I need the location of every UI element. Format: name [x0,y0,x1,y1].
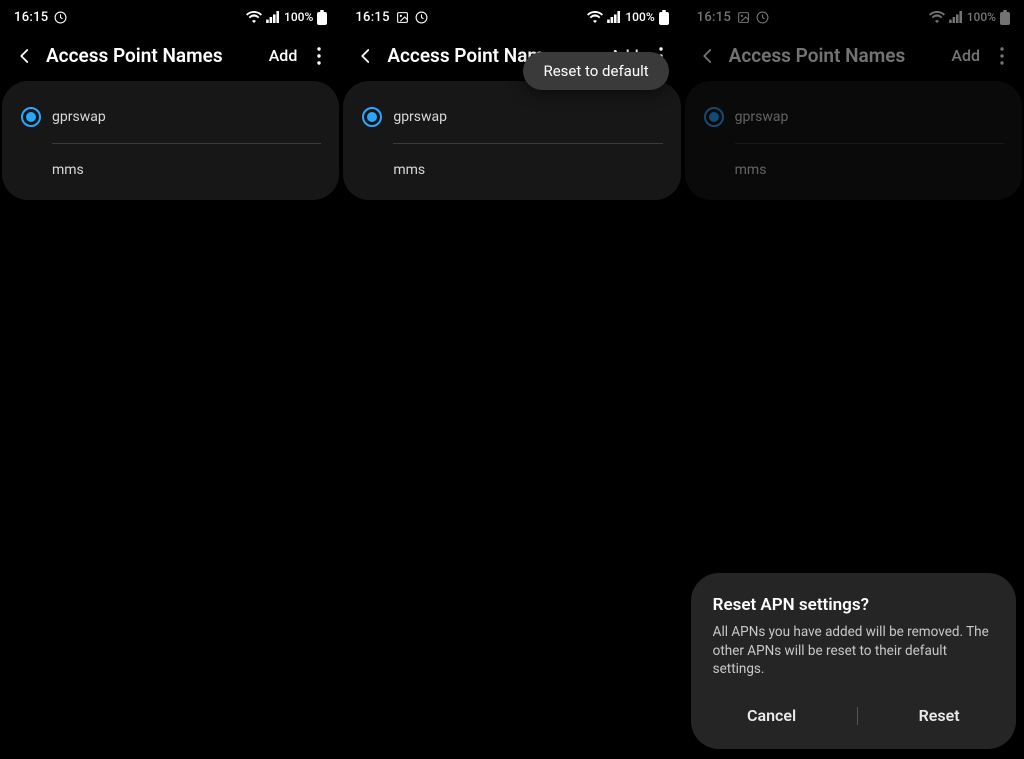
wifi-icon [587,11,603,23]
clock-notification-icon [54,11,67,24]
apn-name: mms [393,154,425,186]
radio-selected-icon[interactable] [21,107,41,127]
wifi-icon [929,11,945,23]
dialog-title: Reset APN settings? [713,595,994,615]
app-header: Access Point Names Add [0,34,341,81]
add-button[interactable]: Add [951,46,980,65]
battery-icon [659,10,669,25]
app-header: Access Point Names Add [683,34,1024,81]
phone-screen-3: 16:15 100% Access Point Names Add gprswa… [683,0,1024,759]
apn-name: mms [735,154,767,186]
menu-item-reset-default[interactable]: Reset to default [543,62,648,80]
back-button[interactable] [697,45,719,67]
signal-icon [949,11,963,23]
status-bar: 16:15 100% [683,0,1024,34]
dialog-button-row: Cancel Reset [713,696,994,735]
page-title: Access Point Names [46,44,269,67]
reset-button[interactable]: Reset [911,696,968,735]
apn-list-card: gprswap mms [2,81,339,200]
add-button[interactable]: Add [269,46,298,65]
page-title: Access Point Names [729,44,952,67]
status-time: 16:15 [14,10,48,25]
more-options-button[interactable] [311,47,327,65]
battery-percent: 100% [284,10,313,24]
apn-radio[interactable] [357,107,387,127]
dialog-body: All APNs you have added will be removed.… [713,623,994,678]
apn-list-card: gprswap mms [685,81,1022,200]
apn-name: gprswap [393,101,447,133]
image-notification-icon [737,11,750,24]
apn-radio[interactable] [16,107,46,127]
status-bar: 16:15 100% [0,0,341,34]
clock-notification-icon [415,11,428,24]
phone-screen-1: 16:15 100% Access Point Names Add gprswa… [0,0,341,759]
apn-row[interactable]: gprswap [343,91,680,143]
apn-name: mms [52,154,84,186]
radio-selected-icon[interactable] [704,107,724,127]
status-bar: 16:15 100% [341,0,682,34]
battery-icon [1000,10,1010,25]
apn-row[interactable]: mms [343,144,680,196]
image-notification-icon [396,11,409,24]
radio-selected-icon[interactable] [362,107,382,127]
apn-row[interactable]: gprswap [2,91,339,143]
phone-screen-2: 16:15 100% Access Point Nam Add gprswap [341,0,682,759]
status-time: 16:15 [697,10,731,25]
apn-list-card: gprswap mms [343,81,680,200]
overflow-menu: Reset to default [523,52,668,90]
apn-radio[interactable] [699,107,729,127]
apn-row[interactable]: gprswap [685,91,1022,143]
status-time: 16:15 [355,10,389,25]
cancel-button[interactable]: Cancel [739,696,804,735]
more-options-button[interactable] [994,47,1010,65]
battery-percent: 100% [967,10,996,24]
signal-icon [266,11,280,23]
signal-icon [607,11,621,23]
dialog-reset-apn: Reset APN settings? All APNs you have ad… [691,573,1016,749]
clock-notification-icon [756,11,769,24]
apn-name: gprswap [52,101,106,133]
apn-row[interactable]: mms [2,144,339,196]
divider [857,707,858,725]
wifi-icon [246,11,262,23]
apn-row[interactable]: mms [685,144,1022,196]
back-button[interactable] [355,45,377,67]
battery-icon [317,10,327,25]
apn-name: gprswap [735,101,789,133]
battery-percent: 100% [625,10,654,24]
back-button[interactable] [14,45,36,67]
